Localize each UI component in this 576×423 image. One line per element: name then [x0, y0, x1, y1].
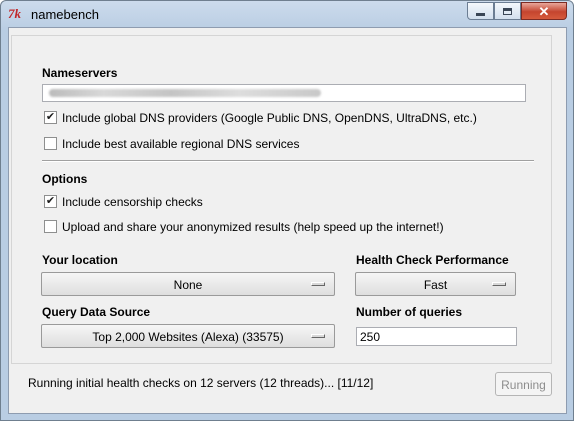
- location-heading: Your location: [42, 253, 118, 267]
- query-source-dropdown[interactable]: Top 2,000 Websites (Alexa) (33575): [41, 324, 335, 348]
- num-queries-heading: Number of queries: [356, 305, 463, 319]
- num-queries-input[interactable]: 250: [356, 327, 517, 346]
- tk-feather-icon: 7k: [8, 6, 21, 21]
- censorship-label: Include censorship checks: [62, 195, 203, 209]
- checkmark-icon: ✔: [45, 195, 56, 207]
- health-check-heading: Health Check Performance: [356, 253, 509, 267]
- upload-results-checkbox[interactable]: [44, 220, 57, 233]
- nameservers-heading: Nameservers: [42, 66, 118, 80]
- query-source-heading: Query Data Source: [42, 305, 151, 319]
- censorship-checkbox[interactable]: ✔: [44, 195, 57, 208]
- nameservers-input[interactable]: [42, 84, 526, 102]
- redacted-nameserver-list: [49, 89, 321, 97]
- include-global-checkbox[interactable]: ✔: [44, 111, 57, 124]
- query-source-value: Top 2,000 Websites (Alexa) (33575): [92, 330, 284, 344]
- title-bar[interactable]: 7k namebench ✕: [1, 1, 573, 27]
- section-divider: [42, 160, 534, 162]
- window-title: namebench: [31, 7, 99, 22]
- location-dropdown[interactable]: None: [41, 272, 335, 296]
- include-regional-label: Include best available regional DNS serv…: [62, 137, 300, 151]
- dropdown-indicator-icon: [311, 334, 325, 338]
- include-global-label: Include global DNS providers (Google Pub…: [62, 111, 477, 125]
- close-button[interactable]: ✕: [521, 2, 567, 20]
- main-panel: Nameservers ✔ Include global DNS provide…: [8, 27, 567, 414]
- minimize-button[interactable]: [467, 2, 494, 20]
- health-check-dropdown[interactable]: Fast: [355, 272, 516, 296]
- include-regional-checkbox[interactable]: [44, 137, 57, 150]
- minimize-icon: [476, 12, 485, 16]
- running-button[interactable]: Running: [495, 372, 552, 396]
- dropdown-indicator-icon: [492, 282, 506, 286]
- options-heading: Options: [42, 172, 88, 186]
- upload-results-label: Upload and share your anonymized results…: [62, 220, 444, 234]
- maximize-icon: [503, 7, 512, 15]
- app-window: 7k namebench ✕ Nameservers ✔ Include glo…: [0, 0, 574, 421]
- location-value: None: [173, 278, 203, 292]
- dropdown-indicator-icon: [311, 282, 325, 286]
- maximize-button[interactable]: [494, 2, 521, 20]
- checkmark-icon: ✔: [45, 111, 56, 123]
- status-text: Running initial health checks on 12 serv…: [28, 376, 374, 390]
- close-icon: ✕: [538, 3, 550, 19]
